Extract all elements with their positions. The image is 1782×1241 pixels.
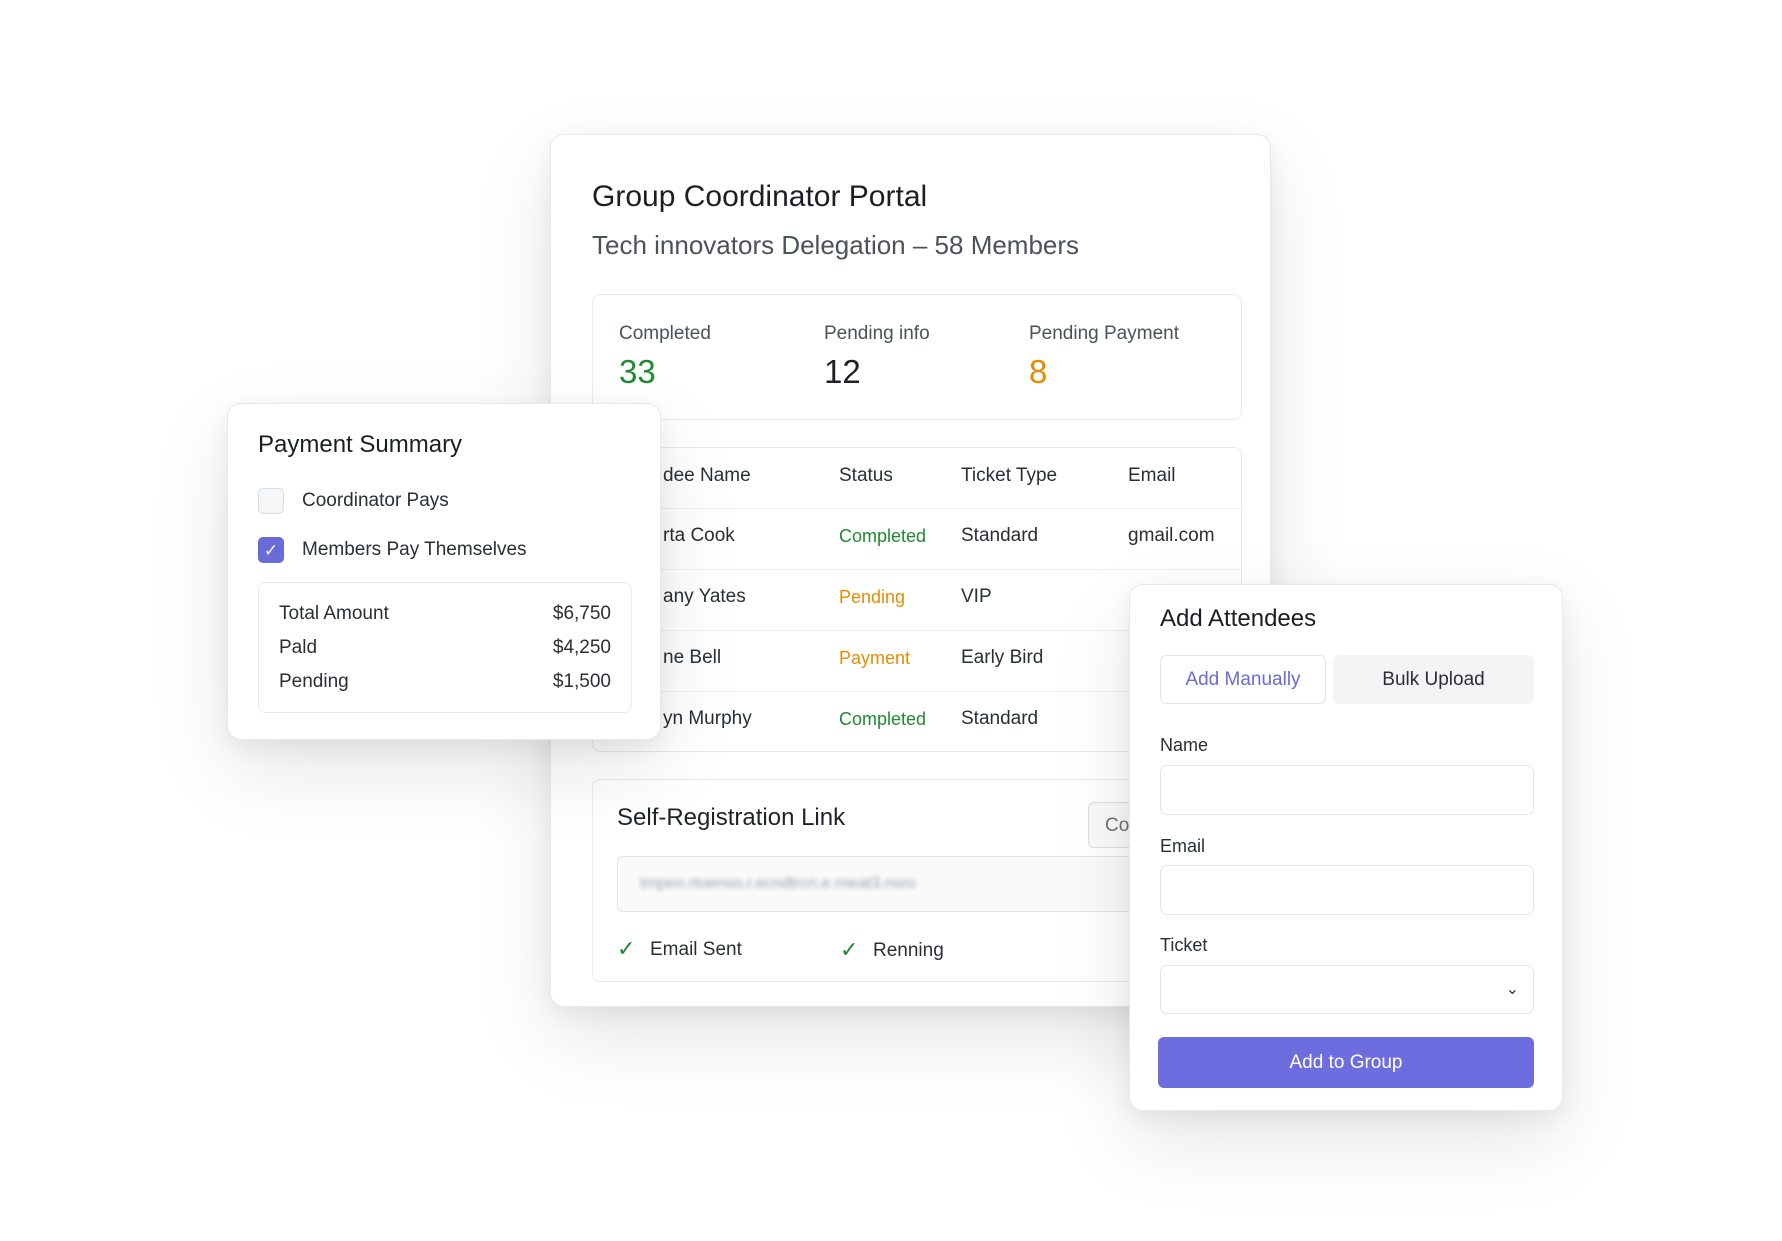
running-label: Renning xyxy=(873,940,944,961)
status-badge: Completed xyxy=(839,709,927,729)
ticket-type: Standard xyxy=(961,708,1039,729)
name-field-label: Name xyxy=(1160,735,1209,755)
attendee-name: rta Cook xyxy=(663,525,735,546)
coordinator-pays-checkbox[interactable] xyxy=(258,488,284,514)
payment-summary-card: Payment Summary Coordinator Pays ✓ Membe… xyxy=(227,403,661,740)
table-header-email[interactable]: Email xyxy=(1128,465,1176,487)
email-field[interactable] xyxy=(1160,865,1534,915)
stat-completed-value: 33 xyxy=(619,353,656,390)
registration-link-text: tmpeo.rtoenso.r.ecndtrcn.e.rneat3.nsro xyxy=(640,875,916,892)
ticket-type: Early Bird xyxy=(961,647,1044,668)
add-attendees-card: Add Attendees Add Manually Bulk Upload N… xyxy=(1129,584,1563,1111)
add-to-group-button[interactable]: Add to Group xyxy=(1158,1037,1534,1088)
attendee-name: any Yates xyxy=(663,586,746,607)
paid-label: Pald xyxy=(279,637,318,658)
members-pay-checkbox[interactable]: ✓ xyxy=(258,537,284,563)
ticket-field-label: Ticket xyxy=(1160,935,1208,955)
add-attendees-title: Add Attendees xyxy=(1160,605,1317,632)
members-pay-label: Members Pay Themselves xyxy=(302,539,527,560)
tab-add-manually[interactable]: Add Manually xyxy=(1160,655,1326,704)
status-badge: Payment xyxy=(839,648,911,668)
stat-pending-payment-value: 8 xyxy=(1029,353,1048,390)
name-field[interactable] xyxy=(1160,765,1534,815)
email-sent-label: Email Sent xyxy=(650,939,742,960)
stat-pending-info-value: 12 xyxy=(824,353,861,390)
email-field-label: Email xyxy=(1160,836,1206,856)
chevron-down-icon: ⌄ xyxy=(1505,981,1519,998)
pending-value: $1,500 xyxy=(552,671,611,692)
table-header-ticket-type[interactable]: Ticket Type xyxy=(961,465,1057,487)
check-icon: ✓ xyxy=(617,936,636,961)
attendee-name: yn Murphy xyxy=(663,708,752,729)
attendee-email: gmail.com xyxy=(1128,525,1215,546)
total-amount-value: $6,750 xyxy=(552,603,611,624)
stats-panel: Completed 33 Pending info 12 Pending Pay… xyxy=(592,294,1242,420)
payment-totals-box: Total Amount $6,750 Pald $4,250 Pending … xyxy=(258,582,632,713)
status-badge: Completed xyxy=(839,526,927,546)
page-subtitle: Tech innovators Delegation – 58 Members xyxy=(592,230,1080,260)
ticket-type: Standard xyxy=(961,525,1039,546)
payment-summary-title: Payment Summary xyxy=(258,431,463,458)
tab-bulk-upload[interactable]: Bulk Upload xyxy=(1333,655,1534,704)
stat-completed-label: Completed xyxy=(619,323,711,344)
page-title: Group Coordinator Portal xyxy=(592,180,928,213)
stat-pending-info-label: Pending info xyxy=(824,323,930,344)
status-badge: Pending xyxy=(839,587,906,607)
self-registration-title: Self-Registration Link xyxy=(617,804,846,831)
paid-value: $4,250 xyxy=(552,637,611,658)
check-icon: ✓ xyxy=(840,937,859,962)
attendee-name: ne Bell xyxy=(663,647,722,668)
pending-label: Pending xyxy=(279,671,349,692)
total-amount-label: Total Amount xyxy=(279,603,389,624)
coordinator-pays-label: Coordinator Pays xyxy=(302,490,449,511)
table-header-status[interactable]: Status xyxy=(839,465,893,487)
stat-pending-payment-label: Pending Payment xyxy=(1029,323,1179,344)
checkmark-icon: ✓ xyxy=(263,541,279,560)
table-header-name[interactable]: dee Name xyxy=(663,465,751,487)
ticket-type: VIP xyxy=(961,586,992,607)
ticket-select[interactable]: ⌄ xyxy=(1160,965,1534,1014)
